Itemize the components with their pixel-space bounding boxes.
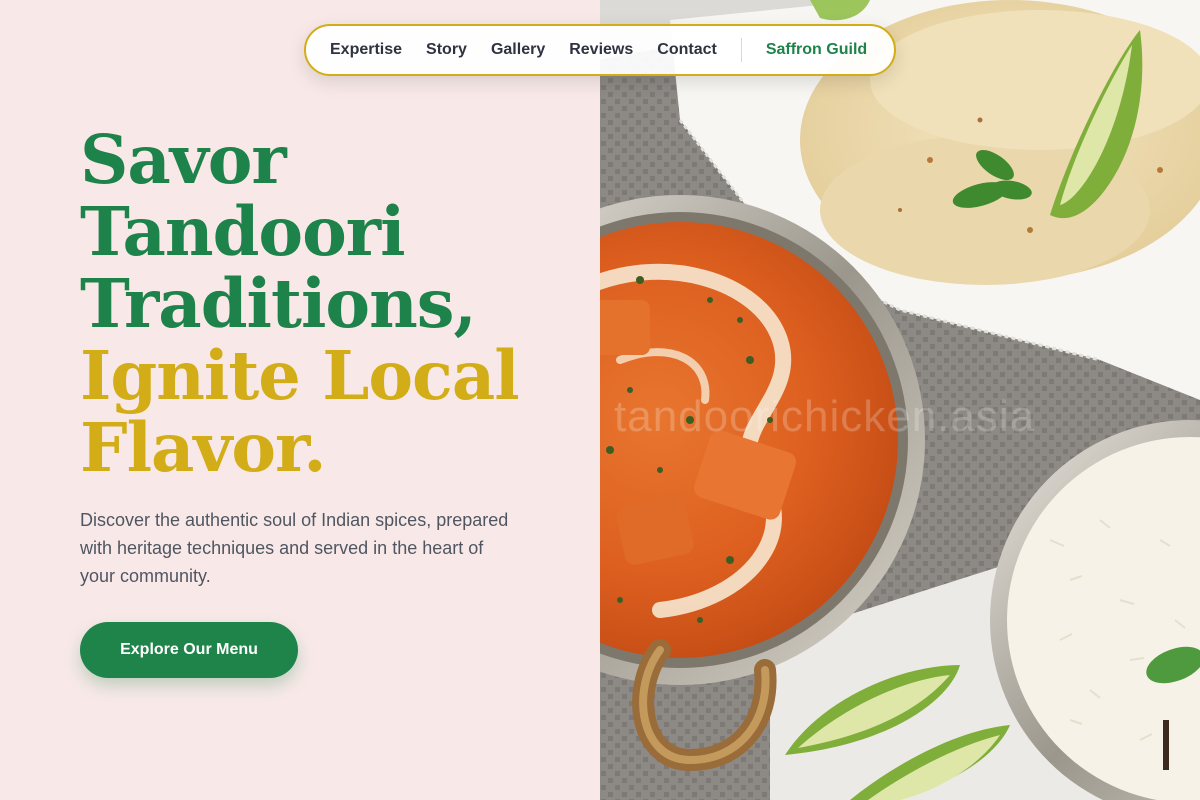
nav-link-gallery[interactable]: Gallery (491, 41, 545, 59)
nav-link-reviews[interactable]: Reviews (569, 41, 633, 59)
food-photo-panel: tandoorichicken.asia (600, 0, 1200, 800)
nav-link-contact[interactable]: Contact (657, 41, 717, 59)
hero-text-panel: Savor Tandoori Traditions, Ignite Local … (0, 0, 600, 800)
nav-divider (740, 38, 742, 62)
hero-title-line: Savor (80, 120, 287, 199)
nav-link-expertise[interactable]: Expertise (330, 41, 402, 59)
top-navigation: Expertise Story Gallery Reviews Contact … (304, 24, 896, 76)
hero-description: Discover the authentic soul of Indian sp… (80, 510, 509, 586)
hero-title-accent-line: Flavor. (80, 408, 327, 487)
hero-title-line: Tandoori (80, 192, 406, 271)
hero-title: Savor Tandoori Traditions, Ignite Local … (80, 124, 580, 484)
hero-title-accent-line: Ignite Local (80, 336, 520, 415)
brand-link[interactable]: Saffron Guild (766, 41, 867, 59)
nav-link-story[interactable]: Story (426, 41, 467, 59)
photo-watermark: tandoorichicken.asia (614, 392, 1036, 441)
explore-menu-button[interactable]: Explore Our Menu (80, 622, 298, 678)
hero-title-line: Traditions, (80, 264, 477, 343)
